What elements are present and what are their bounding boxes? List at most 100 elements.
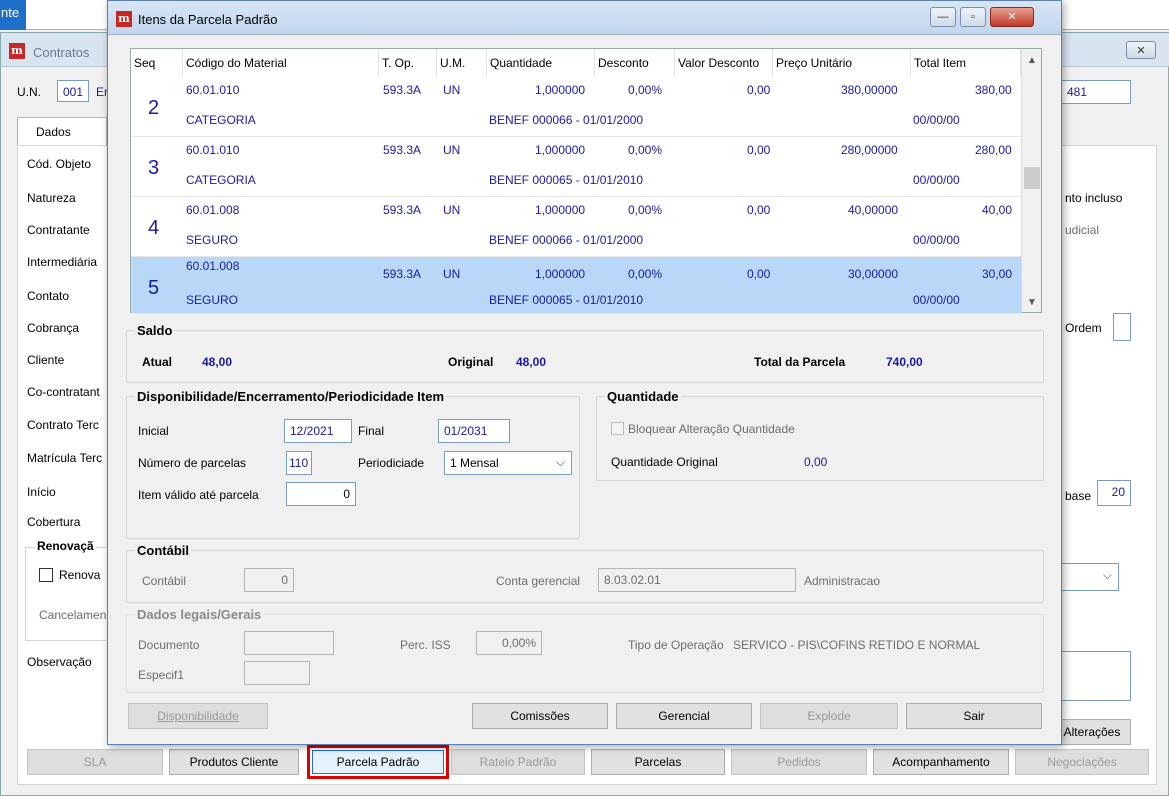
col-codigo[interactable]: Código do Material xyxy=(183,49,379,77)
produtos-cliente-button[interactable]: Produtos Cliente xyxy=(169,749,299,775)
contabil-input[interactable]: 0 xyxy=(244,568,294,592)
especif1-input[interactable] xyxy=(244,661,310,685)
sla-button[interactable]: SLA xyxy=(27,749,163,775)
row-preco: 280,00000 xyxy=(841,143,898,157)
items-grid[interactable]: Seq Código do Material T. Op. U.M. Quant… xyxy=(130,48,1042,314)
original-value: 48,00 xyxy=(516,355,547,369)
quantidade-legend: Quantidade xyxy=(607,389,679,404)
row-total: 280,00 xyxy=(975,143,1012,157)
top-tab[interactable]: nte xyxy=(0,0,26,30)
col-quantidade[interactable]: Quantidade xyxy=(487,49,595,77)
disponibilidade-button[interactable]: Disponibilidade xyxy=(128,703,268,729)
col-total[interactable]: Total Item xyxy=(911,49,1021,77)
tipo-operacao-label: Tipo de Operação xyxy=(628,638,724,652)
row-codigo: 60.01.010 xyxy=(186,143,240,157)
renova-checkbox[interactable] xyxy=(39,568,53,582)
conta-gerencial-label: Conta gerencial xyxy=(496,574,581,588)
row-desc: SEGURO xyxy=(186,233,239,247)
col-um[interactable]: U.M. xyxy=(437,49,487,77)
row-total: 380,00 xyxy=(975,83,1012,97)
maximize-icon[interactable]: ▫ xyxy=(960,7,986,27)
parcelas-button[interactable]: Parcelas xyxy=(591,749,725,775)
documento-input[interactable] xyxy=(244,631,334,655)
col-top[interactable]: T. Op. xyxy=(379,49,437,77)
grid-scrollbar[interactable]: ▲ ▼ xyxy=(1021,49,1041,312)
comissoes-button[interactable]: Comissões xyxy=(472,703,608,729)
row-data: 00/00/00 xyxy=(913,113,960,127)
row-benef: BENEF 000066 - 01/01/2000 xyxy=(489,113,644,127)
label-inicio: Início xyxy=(27,485,56,499)
un-label: U.N. xyxy=(17,85,41,99)
table-row[interactable]: 4 60.01.008 593.3A UN 1,000000 0,00% 0,0… xyxy=(131,197,1021,257)
row-desconto: 0,00% xyxy=(628,143,663,157)
col-desconto[interactable]: Desconto xyxy=(595,49,675,77)
label-cobranca: Cobrança xyxy=(27,321,80,335)
row-preco: 380,00000 xyxy=(841,83,898,97)
total-parcela-label: Total da Parcela xyxy=(754,355,846,369)
col-preco[interactable]: Preço Unitário xyxy=(773,49,911,77)
qtd-original-label: Quantidade Original xyxy=(611,455,718,469)
pedidos-button[interactable]: Pedidos xyxy=(731,749,867,775)
row-seq: 4 xyxy=(148,217,160,239)
acompanhamento-button[interactable]: Acompanhamento xyxy=(873,749,1009,775)
documento-label: Documento xyxy=(138,638,200,652)
col-valor-desconto[interactable]: Valor Desconto xyxy=(675,49,773,77)
close-icon[interactable]: ✕ xyxy=(1126,41,1156,59)
un-input[interactable]: 001 xyxy=(57,80,89,102)
ordem-label: Ordem xyxy=(1065,321,1102,335)
base-input[interactable]: 20 xyxy=(1097,480,1131,506)
ordem-input[interactable] xyxy=(1113,313,1131,341)
periodicidade-value: 1 Mensal xyxy=(450,456,499,470)
final-input[interactable]: 01/2031 xyxy=(438,419,510,443)
row-desconto: 0,00% xyxy=(628,203,663,217)
rateio-padrao-button[interactable]: Rateio Padrão xyxy=(451,749,585,775)
label-contrato-terc: Contrato Terc xyxy=(27,418,99,432)
bloquear-checkbox[interactable] xyxy=(611,422,624,435)
row-preco: 30,00000 xyxy=(848,267,899,281)
tab-dados[interactable]: Dados xyxy=(17,117,107,147)
right-select[interactable]: ⌵ xyxy=(1061,563,1119,591)
row-quantidade: 1,000000 xyxy=(535,203,586,217)
observacao-input[interactable] xyxy=(1061,651,1131,701)
valido-label: Item válido até parcela xyxy=(138,488,259,502)
periodicidade-select[interactable]: 1 Mensal ⌵ xyxy=(444,451,572,475)
incluso-text: nto incluso xyxy=(1065,191,1123,205)
alteracoes-button[interactable]: Alterações xyxy=(1053,719,1131,745)
valido-input[interactable]: 0 xyxy=(286,482,356,506)
dialog-titlebar: m Itens da Parcela Padrão — ▫ ✕ xyxy=(108,1,1061,35)
conta-gerencial-input[interactable]: 8.03.02.01 xyxy=(598,568,796,592)
sair-button[interactable]: Sair xyxy=(906,703,1042,729)
scroll-down-icon[interactable]: ▼ xyxy=(1027,297,1037,308)
scroll-thumb[interactable] xyxy=(1024,167,1040,189)
table-row[interactable]: 3 60.01.010 593.3A UN 1,000000 0,00% 0,0… xyxy=(131,137,1021,197)
row-top: 593.3A xyxy=(383,267,422,281)
contabil-legend: Contábil xyxy=(137,543,189,558)
row-um: UN xyxy=(443,267,461,281)
row-codigo: 60.01.008 xyxy=(186,203,240,217)
negociacoes-button[interactable]: Negociações xyxy=(1015,749,1149,775)
inicial-input[interactable]: 12/2021 xyxy=(284,419,352,443)
row-preco: 40,00000 xyxy=(848,203,899,217)
gerencial-button[interactable]: Gerencial xyxy=(616,703,752,729)
table-row-selected[interactable]: 5 60.01.008 593.3A UN 1,000000 0,00% 0,0… xyxy=(131,257,1021,314)
nparcelas-input[interactable]: 110 xyxy=(286,451,312,475)
explode-button[interactable]: Explode xyxy=(760,703,898,729)
scroll-up-icon[interactable]: ▲ xyxy=(1027,55,1037,66)
right-field[interactable]: 481 xyxy=(1061,80,1131,104)
minimize-icon[interactable]: — xyxy=(930,7,956,27)
row-desc: CATEGORIA xyxy=(186,113,256,127)
itens-parcela-dialog: m Itens da Parcela Padrão — ▫ ✕ Seq Códi… xyxy=(107,0,1062,745)
parcela-padrao-button[interactable]: Parcela Padrão xyxy=(312,750,444,774)
row-top: 593.3A xyxy=(383,83,422,97)
row-seq: 5 xyxy=(148,277,160,299)
row-benef: BENEF 000066 - 01/01/2000 xyxy=(489,233,644,247)
row-data: 00/00/00 xyxy=(913,233,960,247)
base-label: base xyxy=(1065,489,1092,503)
row-benef: BENEF 000065 - 01/01/2010 xyxy=(489,293,644,307)
row-data: 00/00/00 xyxy=(913,293,960,307)
close-icon[interactable]: ✕ xyxy=(990,7,1034,27)
perc-iss-input[interactable]: 0,00% xyxy=(476,631,542,655)
table-row[interactable]: 2 60.01.010 593.3A UN 1,000000 0,00% 0,0… xyxy=(131,77,1021,137)
row-codigo: 60.01.008 xyxy=(186,259,240,273)
col-seq[interactable]: Seq xyxy=(131,49,183,77)
